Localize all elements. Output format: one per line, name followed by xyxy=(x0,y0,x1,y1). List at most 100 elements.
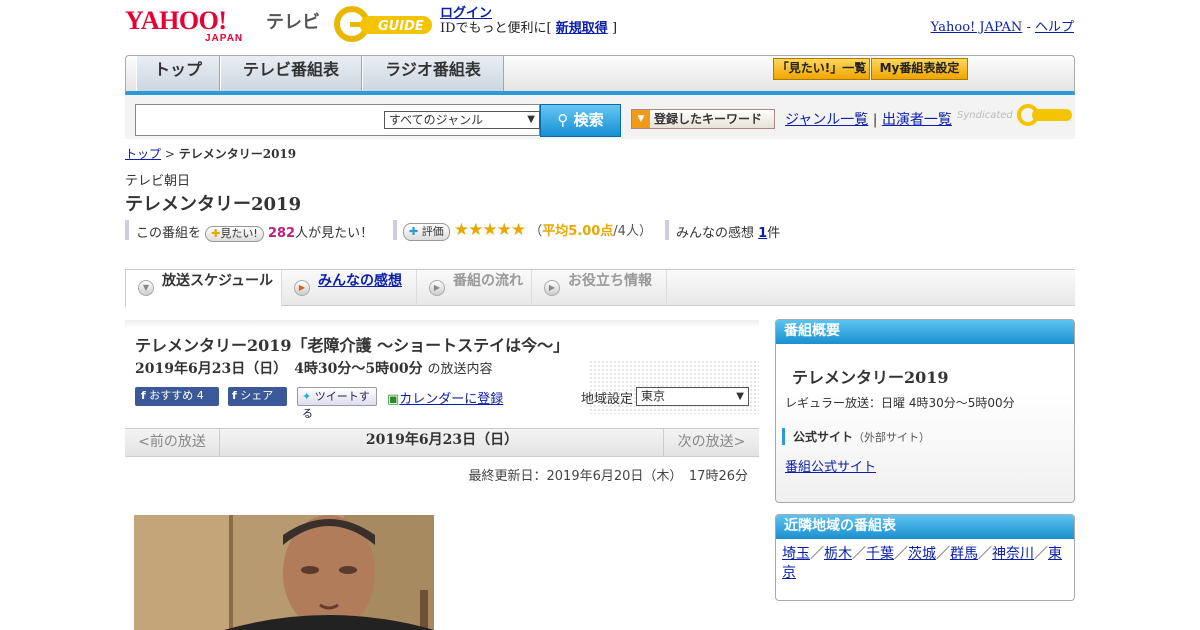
rating-stars: ★★★★★ xyxy=(453,220,526,240)
mitai-prefix: この番組を xyxy=(136,226,202,241)
current-broadcast-date: 2019年6月23日（日） xyxy=(365,432,519,448)
login-link[interactable]: ログイン xyxy=(440,6,492,21)
station-name: テレビ朝日 xyxy=(125,174,191,189)
reviews-count-link[interactable]: 1 xyxy=(758,226,767,241)
nearby-sep: ／ xyxy=(852,546,866,562)
facebook-icon: f xyxy=(232,389,237,402)
dropdown-icon: ▼ xyxy=(632,110,650,128)
rating-count: /4人） xyxy=(613,224,652,239)
stats-divider xyxy=(393,220,397,240)
program-title: テレメンタリー2019 xyxy=(125,194,302,215)
tab-flow[interactable]: ▶ 番組の流れ xyxy=(417,270,532,306)
main-nav: トップ テレビ番組表 ラジオ番組表 「見たい!」一覧 My番組表設定 xyxy=(125,55,1075,95)
nearby-link-saitama[interactable]: 埼玉 xyxy=(782,546,810,562)
nearby-sep: ／ xyxy=(1034,546,1048,562)
gguide-logo: GUIDE xyxy=(334,6,434,42)
tv-label: テレビ xyxy=(266,12,320,33)
facebook-recommend-button[interactable]: f おすすめ 4 xyxy=(135,387,219,406)
twitter-bird-icon: ✦ xyxy=(302,390,312,403)
search-links: ジャンル一覧 | 出演者一覧 xyxy=(785,109,952,129)
genre-select[interactable]: すべてのジャンル ▼ xyxy=(384,111,540,129)
mitai-count: 282 xyxy=(267,226,296,241)
tweet-button[interactable]: ✦ ツイートする xyxy=(297,387,377,420)
performer-list-link[interactable]: 出演者一覧 xyxy=(882,112,952,128)
syndicated-text: Syndicated xyxy=(957,110,1013,121)
breadcrumb: トップ > テレメンタリー2019 xyxy=(125,145,296,162)
search-button[interactable]: ⚲ 検索 xyxy=(540,104,621,137)
search-bar: すべてのジャンル ▼ ⚲ 検索 ▼ 登録したキーワード ジャンル一覧 | 出演者… xyxy=(125,95,1075,139)
tab-schedule[interactable]: ▼ 放送スケジュール xyxy=(125,270,282,307)
mitai-suffix: 人が見たい！ xyxy=(295,226,374,241)
mitai-list-button[interactable]: 「見たい!」一覧 xyxy=(773,58,870,80)
my-schedule-button[interactable]: My番組表設定 xyxy=(871,58,968,80)
add-to-calendar-link[interactable]: ▣カレンダーに登録 xyxy=(387,388,503,407)
broadcast-pager: <前の放送 2019年6月23日（日） 次の放送> xyxy=(125,428,759,457)
link-separator: | xyxy=(872,112,878,128)
facebook-share-label: シェア xyxy=(240,389,274,402)
episode-datetime-text: 2019年6月23日（日） 4時30分～5時00分 xyxy=(135,361,423,377)
nearby-heading: 近隣地域の番組表 xyxy=(776,515,1074,539)
stats-divider xyxy=(125,220,129,240)
last-updated: 最終更新日：2019年6月20日（木） 17時26分 xyxy=(468,469,748,484)
mitai-pill-label: 見たい! xyxy=(220,227,258,240)
nearby-link-chiba[interactable]: 千葉 xyxy=(866,546,894,562)
overview-heading: 番組概要 xyxy=(776,320,1074,344)
nearby-link-tochigi[interactable]: 栃木 xyxy=(824,546,852,562)
nearby-link-kanagawa[interactable]: 神奈川 xyxy=(992,546,1034,562)
nav-tab-radio-schedule[interactable]: ラジオ番組表 xyxy=(362,56,504,91)
program-photo xyxy=(134,515,434,630)
signup-link[interactable]: 新規取得 xyxy=(556,21,608,36)
syndicated-gguide-logo: Syndicated xyxy=(957,103,1074,127)
nearby-link-ibaraki[interactable]: 茨城 xyxy=(908,546,936,562)
prev-broadcast-link[interactable]: <前の放送 xyxy=(125,429,220,456)
gguide-text: GUIDE xyxy=(378,19,424,34)
nearby-link-gunma[interactable]: 群馬 xyxy=(950,546,978,562)
chevron-right-icon: ▶ xyxy=(294,280,310,296)
reviews-label: みんなの感想 xyxy=(676,226,755,241)
mitai-button[interactable]: ✚見たい! xyxy=(205,226,264,242)
header-links: Yahoo! JAPAN - ヘルプ xyxy=(931,16,1074,35)
episode-datetime: 2019年6月23日（日） 4時30分～5時00分 の放送内容 xyxy=(135,358,493,378)
help-link[interactable]: ヘルプ xyxy=(1035,20,1074,35)
facebook-share-button[interactable]: f シェア xyxy=(228,387,287,406)
reviews-unit: 件 xyxy=(767,226,781,241)
official-site-ext: （外部サイト） xyxy=(853,431,931,444)
breadcrumb-sep: > xyxy=(164,147,175,161)
rating-area: ✚ 評価 ★★★★★ （平均5.00点/4人） xyxy=(403,220,652,241)
header-separator: - xyxy=(1026,20,1031,35)
logo-sub: JAPAN xyxy=(205,33,244,44)
tab-info[interactable]: ▶ お役立ち情報 xyxy=(532,270,667,306)
episode-panel: テレメンタリー2019「老障介護 ～ショートステイは今～」 2019年6月23日… xyxy=(125,320,759,428)
tweet-label: ツイートする xyxy=(302,390,370,420)
area-select[interactable]: 東京 ▼ xyxy=(636,387,749,406)
reviews-area: みんなの感想 1件 xyxy=(676,222,780,241)
chevron-down-icon: ▼ xyxy=(138,280,154,296)
official-site-heading: 公式サイト（外部サイト） xyxy=(782,428,930,445)
genre-list-link[interactable]: ジャンル一覧 xyxy=(785,112,868,128)
plus-icon: ✚ xyxy=(211,227,221,240)
keyword-button-label: 登録したキーワード xyxy=(654,112,763,126)
genre-selected: すべてのジャンル xyxy=(389,113,484,127)
rating-average: 平均5.00点 xyxy=(542,224,614,239)
nearby-sep: ／ xyxy=(936,546,950,562)
stats-divider xyxy=(665,220,669,240)
rating-button[interactable]: ✚ 評価 xyxy=(403,223,450,241)
official-site-link[interactable]: 番組公式サイト xyxy=(785,456,876,475)
chevron-right-icon: ▶ xyxy=(544,280,560,296)
facebook-icon: f xyxy=(141,389,146,402)
breadcrumb-current: テレメンタリー2019 xyxy=(178,147,297,161)
search-icon: ⚲ xyxy=(557,111,569,129)
next-broadcast-link[interactable]: 次の放送> xyxy=(663,429,759,456)
breadcrumb-top[interactable]: トップ xyxy=(125,147,161,161)
area-selected: 東京 xyxy=(641,389,666,403)
rating-pill-label: 評価 xyxy=(421,225,444,238)
yahoo-japan-link[interactable]: Yahoo! JAPAN xyxy=(931,20,1023,35)
yahoo-japan-logo[interactable]: YAHOO! JAPAN xyxy=(125,6,262,44)
tab-reviews[interactable]: ▶ みんなの感想 xyxy=(282,270,417,306)
nav-tab-tv-schedule[interactable]: テレビ番組表 xyxy=(220,56,362,91)
nearby-schedules-box: 近隣地域の番組表 埼玉／栃木／千葉／茨城／群馬／神奈川／東京 xyxy=(775,514,1075,601)
registered-keywords-button[interactable]: ▼ 登録したキーワード xyxy=(631,109,775,129)
nearby-links: 埼玉／栃木／千葉／茨城／群馬／神奈川／東京 xyxy=(776,539,1074,589)
nav-tab-top[interactable]: トップ xyxy=(136,56,220,91)
login-prompt: IDでもっと便利に[ xyxy=(440,21,552,36)
